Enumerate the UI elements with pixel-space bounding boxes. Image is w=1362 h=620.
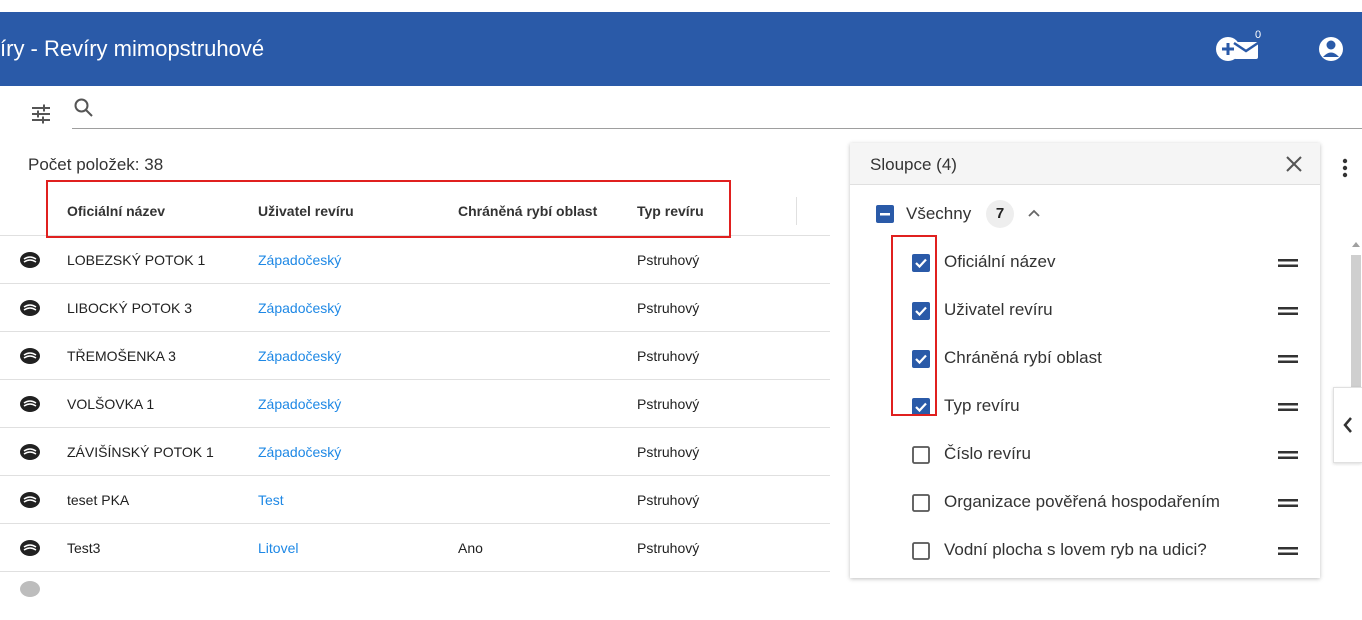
checkbox-unchecked[interactable] xyxy=(911,445,931,465)
drag-handle-icon[interactable] xyxy=(1278,451,1298,459)
select-all-row[interactable]: Všechny 7 xyxy=(850,191,1320,239)
mail-count-badge: 0 xyxy=(1255,29,1262,41)
column-separator xyxy=(796,197,797,225)
column-option[interactable]: Organizace pověřená hospodařením xyxy=(850,479,1320,527)
scroll-up-arrow-icon[interactable] xyxy=(1352,241,1360,247)
more-vert-icon[interactable] xyxy=(1338,156,1352,180)
column-option-label: Chráněná rybí oblast xyxy=(944,348,1102,367)
table-row[interactable]: ZÁVIŠÍNSKÝ POTOK 1 Západočeský Pstruhový xyxy=(0,428,830,476)
column-option-label: Oficiální název xyxy=(944,252,1056,271)
row-user-link[interactable]: Litovel xyxy=(258,524,298,572)
select-all-checkbox[interactable] xyxy=(875,204,895,224)
toolbar xyxy=(0,86,1362,132)
fish-icon xyxy=(20,581,40,597)
drag-handle-icon[interactable] xyxy=(1278,355,1298,363)
search-input[interactable] xyxy=(72,128,1362,129)
fish-icon xyxy=(20,444,40,460)
fish-icon xyxy=(20,252,40,268)
page-title: íry - Revíry mimopstruhové xyxy=(0,36,265,61)
fish-icon xyxy=(20,396,40,412)
row-user-link[interactable]: Západočeský xyxy=(258,332,341,380)
side-panel-toggle[interactable] xyxy=(1333,387,1362,463)
close-icon[interactable] xyxy=(1284,154,1304,174)
column-option[interactable]: Vodní plocha s lovem ryb na udici? xyxy=(850,527,1320,575)
column-count-badge: 7 xyxy=(986,200,1014,228)
table-row[interactable]: TŘEMOŠENKA 3 Západočeský Pstruhový xyxy=(0,332,830,380)
row-type: Pstruhový xyxy=(637,348,700,364)
fish-icon xyxy=(20,300,40,316)
row-type: Pstruhový xyxy=(637,396,700,412)
drag-handle-icon[interactable] xyxy=(1278,259,1298,267)
row-name: TŘEMOŠENKA 3 xyxy=(67,348,176,364)
columns-panel-header: Sloupce (4) xyxy=(850,143,1320,185)
column-option-label: Vodní plocha s lovem ryb na udici? xyxy=(944,540,1207,559)
columns-panel-title: Sloupce (4) xyxy=(870,155,957,174)
row-type: Pstruhový xyxy=(637,252,700,268)
checkbox-unchecked[interactable] xyxy=(911,493,931,513)
row-name: ZÁVIŠÍNSKÝ POTOK 1 xyxy=(67,444,214,460)
select-all-label: Všechny xyxy=(906,204,972,223)
drag-handle-icon[interactable] xyxy=(1278,403,1298,411)
row-name: teset PKA xyxy=(67,492,130,508)
fish-icon xyxy=(20,540,40,556)
drag-handle-icon[interactable] xyxy=(1278,499,1298,507)
column-option-label: Uživatel revíru xyxy=(944,300,1053,319)
account-icon[interactable] xyxy=(1316,34,1346,64)
search-icon[interactable] xyxy=(72,96,96,120)
top-gap xyxy=(0,0,1362,12)
drag-handle-icon[interactable] xyxy=(1278,547,1298,555)
row-type: Pstruhový xyxy=(637,492,700,508)
table-row[interactable] xyxy=(0,572,830,620)
checkbox-highlight-box xyxy=(891,235,937,416)
checkbox-unchecked[interactable] xyxy=(911,541,931,561)
chevron-left-icon[interactable] xyxy=(1341,415,1355,435)
app-bar: íry - Revíry mimopstruhové 0 xyxy=(0,12,1362,86)
scrollbar-thumb[interactable] xyxy=(1351,255,1361,390)
fish-icon xyxy=(20,492,40,508)
chevron-up-icon[interactable] xyxy=(1026,206,1042,222)
row-type: Pstruhový xyxy=(637,540,700,556)
row-user-link[interactable]: Západočeský xyxy=(258,428,341,476)
row-user-link[interactable]: Západočeský xyxy=(258,236,341,284)
column-option-label: Typ revíru xyxy=(944,396,1020,415)
row-user-link[interactable]: Západočeský xyxy=(258,284,341,332)
column-option[interactable]: Číslo revíru xyxy=(850,431,1320,479)
row-protected: Ano xyxy=(458,540,483,556)
header-highlight-box xyxy=(46,180,731,238)
row-type: Pstruhový xyxy=(637,300,700,316)
table-row[interactable]: VOLŠOVKA 1 Západočeský Pstruhový xyxy=(0,380,830,428)
row-user-link[interactable]: Západočeský xyxy=(258,380,341,428)
column-option-label: Organizace pověřená hospodařením xyxy=(944,492,1220,511)
column-option-label: Číslo revíru xyxy=(944,444,1031,463)
filter-settings-icon[interactable] xyxy=(30,103,52,125)
row-name: LIBOCKÝ POTOK 3 xyxy=(67,300,193,316)
drag-handle-icon[interactable] xyxy=(1278,307,1298,315)
table-row[interactable]: LIBOCKÝ POTOK 3 Západočeský Pstruhový xyxy=(0,284,830,332)
row-name: VOLŠOVKA 1 xyxy=(67,396,155,412)
row-name: Test3 xyxy=(67,540,101,556)
item-count: Počet položek: 38 xyxy=(28,155,164,174)
table-row[interactable]: teset PKA Test Pstruhový xyxy=(0,476,830,524)
row-type: Pstruhový xyxy=(637,444,700,460)
row-user-link[interactable]: Test xyxy=(258,476,284,524)
table-row[interactable]: LOBEZSKÝ POTOK 1 Západočeský Pstruhový xyxy=(0,236,830,284)
fish-icon xyxy=(20,348,40,364)
row-name: LOBEZSKÝ POTOK 1 xyxy=(67,252,206,268)
table-row[interactable]: Test3 Litovel Ano Pstruhový xyxy=(0,524,830,572)
